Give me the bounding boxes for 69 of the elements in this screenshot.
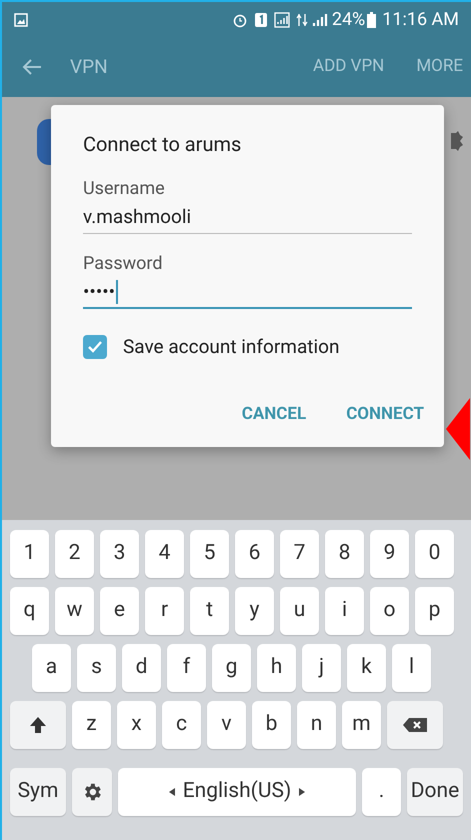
language-label: English(US)	[182, 778, 292, 806]
keyboard-key[interactable]: .	[362, 768, 401, 816]
checkbox[interactable]	[83, 335, 107, 360]
battery-percentage: 24%	[332, 8, 366, 32]
shift-key[interactable]	[10, 701, 66, 749]
keyboard-key[interactable]: 4	[145, 530, 184, 578]
keyboard-key[interactable]: g	[212, 644, 251, 692]
sim-icon	[254, 12, 268, 28]
field-label: Username	[83, 177, 166, 201]
keyboard-key[interactable]: 8	[325, 530, 364, 578]
left-triangle-icon	[168, 788, 175, 796]
keyboard-key[interactable]: u	[280, 587, 319, 635]
keyboard-key[interactable]: m	[342, 701, 381, 749]
keyboard-key[interactable]: l	[392, 644, 431, 692]
keyboard-key[interactable]: Done	[407, 768, 463, 816]
backspace-icon	[402, 717, 428, 733]
check-icon	[87, 340, 103, 354]
keyboard-key[interactable]: o	[370, 587, 409, 635]
settings-key[interactable]	[72, 768, 112, 816]
keyboard-key[interactable]: i	[325, 587, 364, 635]
keyboard-key[interactable]: w	[55, 587, 94, 635]
keyboard-key[interactable]: Sym	[10, 768, 66, 816]
checkbox-label: Save account information	[123, 334, 340, 360]
keyboard-key[interactable]: q	[10, 587, 49, 635]
keyboard-key[interactable]: k	[347, 644, 386, 692]
keyboard-key[interactable]: f	[167, 644, 206, 692]
keyboard-key[interactable]: 2	[55, 530, 94, 578]
app-icon	[37, 119, 51, 165]
keyboard-key[interactable]: z	[72, 701, 111, 749]
keyboard-key[interactable]: h	[257, 644, 296, 692]
clock: 11:16 AM	[382, 8, 459, 32]
keyboard-key[interactable]: 9	[370, 530, 409, 578]
backspace-key[interactable]	[387, 701, 443, 749]
pointer-arrow-icon	[446, 398, 470, 460]
keyboard-key[interactable]: 3	[100, 530, 139, 578]
image-icon	[14, 12, 28, 26]
keyboard-key[interactable]: d	[122, 644, 161, 692]
keyboard-key[interactable]: 6	[235, 530, 274, 578]
keyboard-key[interactable]: t	[190, 587, 229, 635]
dialog-title: Connect to arums	[83, 131, 242, 158]
input-field[interactable]: v.mashmooli	[83, 202, 412, 234]
space-key[interactable]: English(US)	[118, 768, 356, 816]
keyboard-key[interactable]: n	[297, 701, 336, 749]
keyboard-key[interactable]: 7	[280, 530, 319, 578]
keyboard-key[interactable]: 1	[10, 530, 49, 578]
keyboard-key[interactable]: v	[207, 701, 246, 749]
keyboard-key[interactable]: r	[145, 587, 184, 635]
battery-icon	[367, 12, 376, 28]
gear-icon	[450, 129, 464, 153]
shift-arrow-icon	[28, 715, 48, 735]
keyboard-key[interactable]: x	[117, 701, 156, 749]
data-icon	[296, 12, 308, 28]
signal-icon	[312, 12, 328, 28]
keyboard-key[interactable]: p	[415, 587, 454, 635]
input-field[interactable]: •••••	[83, 277, 412, 309]
keyboard-key[interactable]: b	[252, 701, 291, 749]
keyboard-key[interactable]: y	[235, 587, 274, 635]
right-triangle-icon	[299, 788, 306, 796]
app-bar-title: VPN	[70, 54, 108, 80]
keyboard-key[interactable]: 5	[190, 530, 229, 578]
field-label: Password	[83, 252, 164, 276]
keyboard-key[interactable]: e	[100, 587, 139, 635]
keyboard-key[interactable]: j	[302, 644, 341, 692]
keyboard-key[interactable]: s	[77, 644, 116, 692]
keyboard-key[interactable]: 0	[415, 530, 454, 578]
keyboard-key[interactable]: c	[162, 701, 201, 749]
keyboard-key[interactable]: a	[32, 644, 71, 692]
back-icon[interactable]	[22, 58, 42, 76]
signal-icon	[274, 12, 290, 28]
